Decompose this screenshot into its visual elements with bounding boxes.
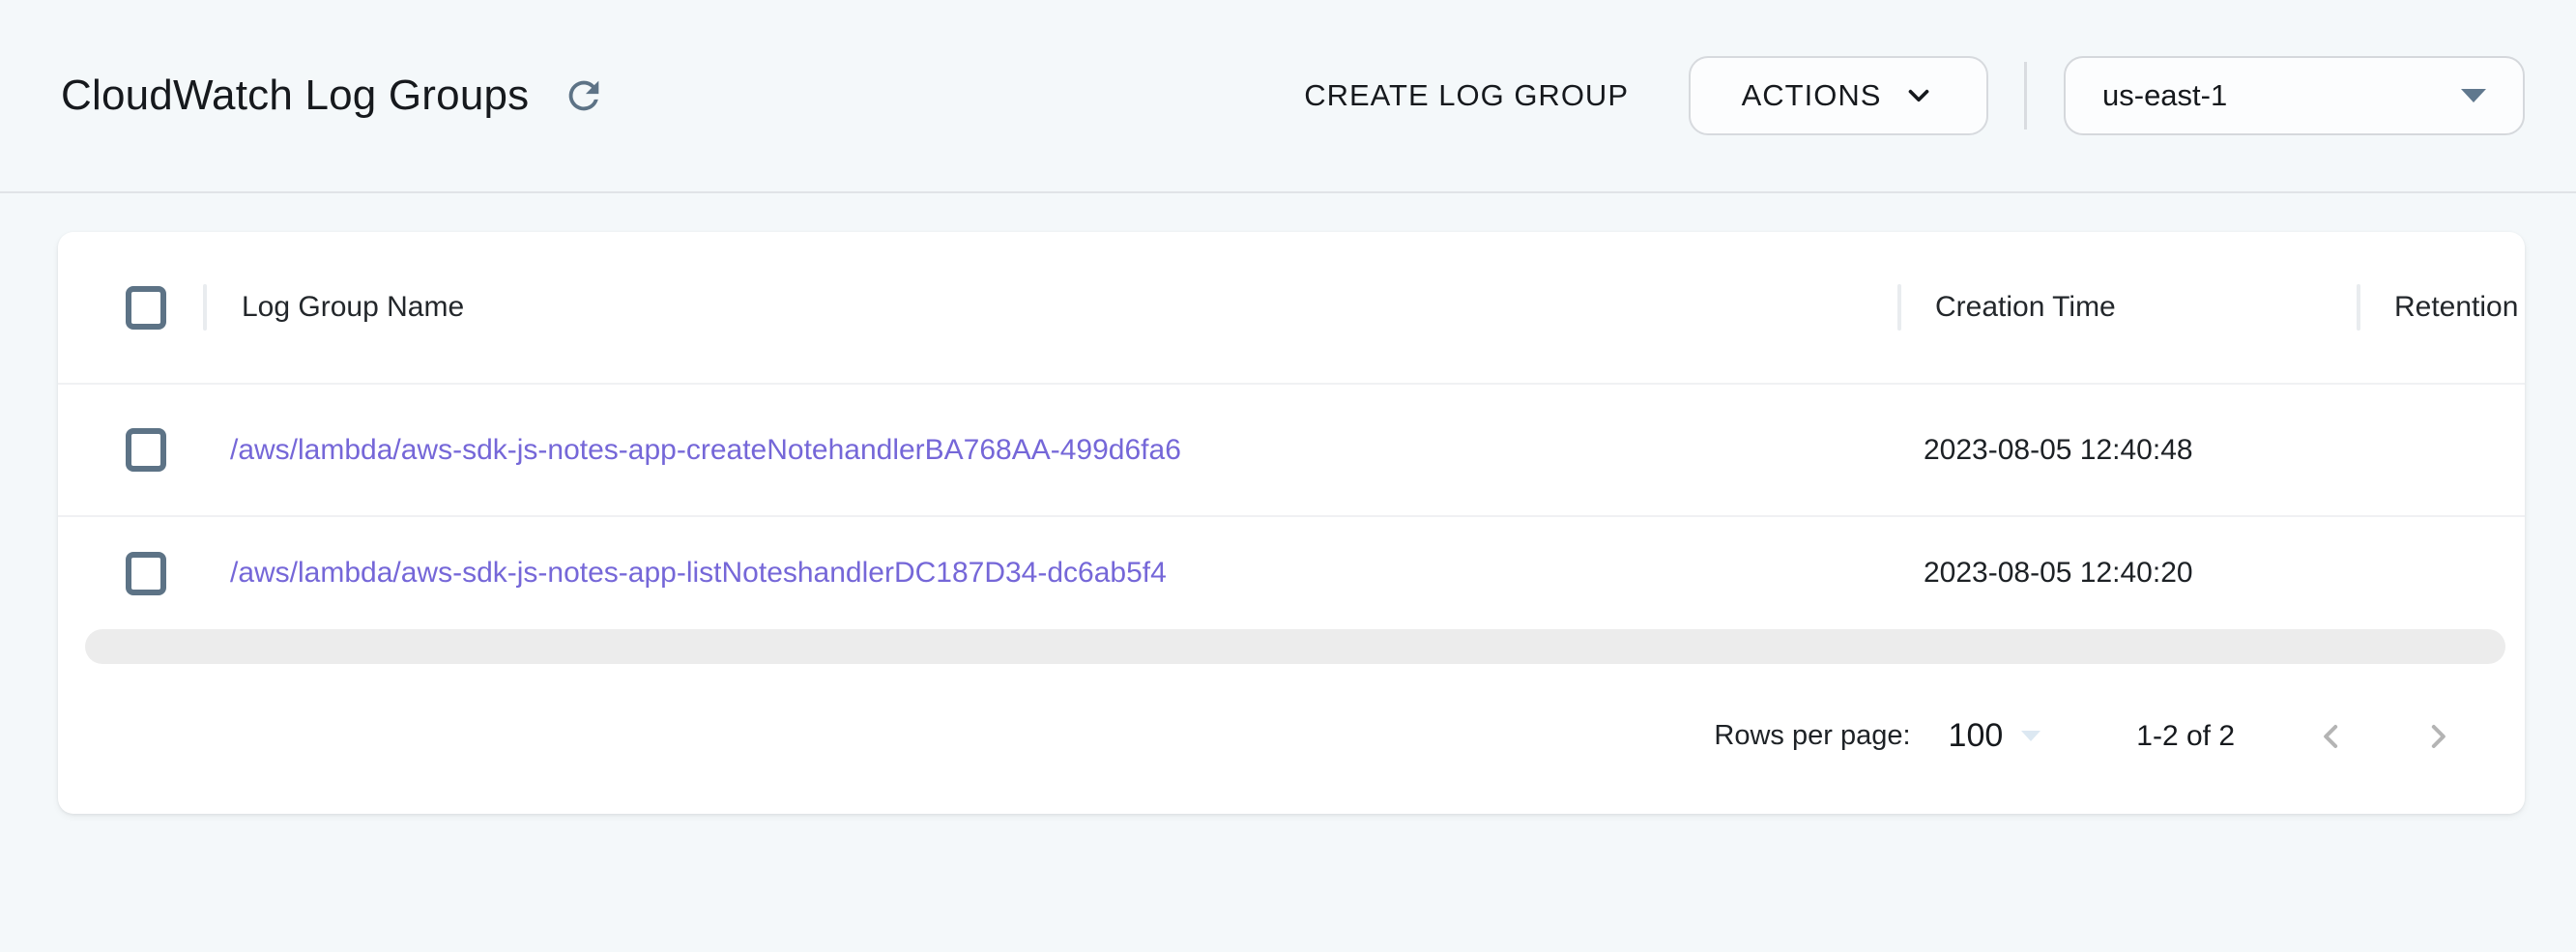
- log-group-name-cell: /aws/lambda/aws-sdk-js-notes-app-listNot…: [203, 557, 1897, 590]
- page-title: CloudWatch Log Groups: [61, 72, 529, 120]
- column-header-creation-time[interactable]: Creation Time: [1897, 291, 2357, 324]
- log-group-link[interactable]: /aws/lambda/aws-sdk-js-notes-app-listNot…: [230, 557, 1167, 589]
- row-checkbox-cell: [58, 552, 203, 595]
- column-divider: [2357, 284, 2360, 331]
- region-select[interactable]: us-east-1: [2064, 56, 2525, 135]
- next-page-button[interactable]: [2418, 717, 2457, 756]
- column-header-log-group-name[interactable]: Log Group Name: [203, 291, 1897, 324]
- header-divider: [2024, 62, 2027, 130]
- previous-page-button[interactable]: [2312, 717, 2351, 756]
- chevron-right-icon: [2418, 717, 2457, 756]
- log-group-name-cell: /aws/lambda/aws-sdk-js-notes-app-createN…: [203, 434, 1897, 467]
- log-groups-card: Log Group Name Creation Time Retention /…: [58, 232, 2525, 814]
- row-checkbox-cell: [58, 428, 203, 472]
- row-checkbox[interactable]: [126, 552, 166, 595]
- row-checkbox[interactable]: [126, 428, 166, 472]
- header-checkbox-cell: [58, 286, 203, 330]
- create-log-group-button[interactable]: CREATE LOG GROUP: [1300, 69, 1633, 123]
- column-divider: [203, 284, 207, 331]
- rows-per-page-value: 100: [1949, 717, 2004, 755]
- actions-button[interactable]: ACTIONS: [1689, 56, 1988, 135]
- horizontal-scrollbar[interactable]: [85, 629, 2505, 664]
- pagination-range: 1-2 of 2: [2136, 720, 2235, 753]
- table-header-row: Log Group Name Creation Time Retention: [58, 232, 2525, 385]
- chevron-left-icon: [2312, 717, 2351, 756]
- refresh-icon: [562, 73, 606, 118]
- rows-per-page-select[interactable]: 100: [1949, 717, 2041, 755]
- pagination-bar: Rows per page: 100 1-2 of 2: [58, 664, 2525, 808]
- table-row: /aws/lambda/aws-sdk-js-notes-app-createN…: [58, 385, 2525, 517]
- cloudwatch-log-groups-page: CloudWatch Log Groups CREATE LOG GROUP A…: [0, 0, 2576, 952]
- actions-button-label: ACTIONS: [1742, 78, 1882, 113]
- column-divider: [1897, 284, 1901, 331]
- rows-per-page-label: Rows per page:: [1714, 720, 1910, 752]
- select-all-checkbox[interactable]: [126, 286, 166, 330]
- header-actions-group: CREATE LOG GROUP ACTIONS us-east-1: [1300, 56, 2525, 135]
- creation-time-cell: 2023-08-05 12:40:48: [1897, 434, 2357, 467]
- creation-time-cell: 2023-08-05 12:40:20: [1897, 557, 2357, 590]
- dropdown-arrow-icon: [2461, 89, 2486, 102]
- page-header: CloudWatch Log Groups CREATE LOG GROUP A…: [0, 0, 2576, 193]
- dropdown-arrow-icon: [2021, 731, 2041, 741]
- column-header-retention[interactable]: Retention: [2357, 291, 2525, 324]
- refresh-button[interactable]: [562, 73, 606, 118]
- table-row: /aws/lambda/aws-sdk-js-notes-app-listNot…: [58, 517, 2525, 629]
- region-select-value: us-east-1: [2102, 78, 2227, 113]
- chevron-down-icon: [1902, 79, 1935, 112]
- log-group-link[interactable]: /aws/lambda/aws-sdk-js-notes-app-createN…: [230, 434, 1181, 466]
